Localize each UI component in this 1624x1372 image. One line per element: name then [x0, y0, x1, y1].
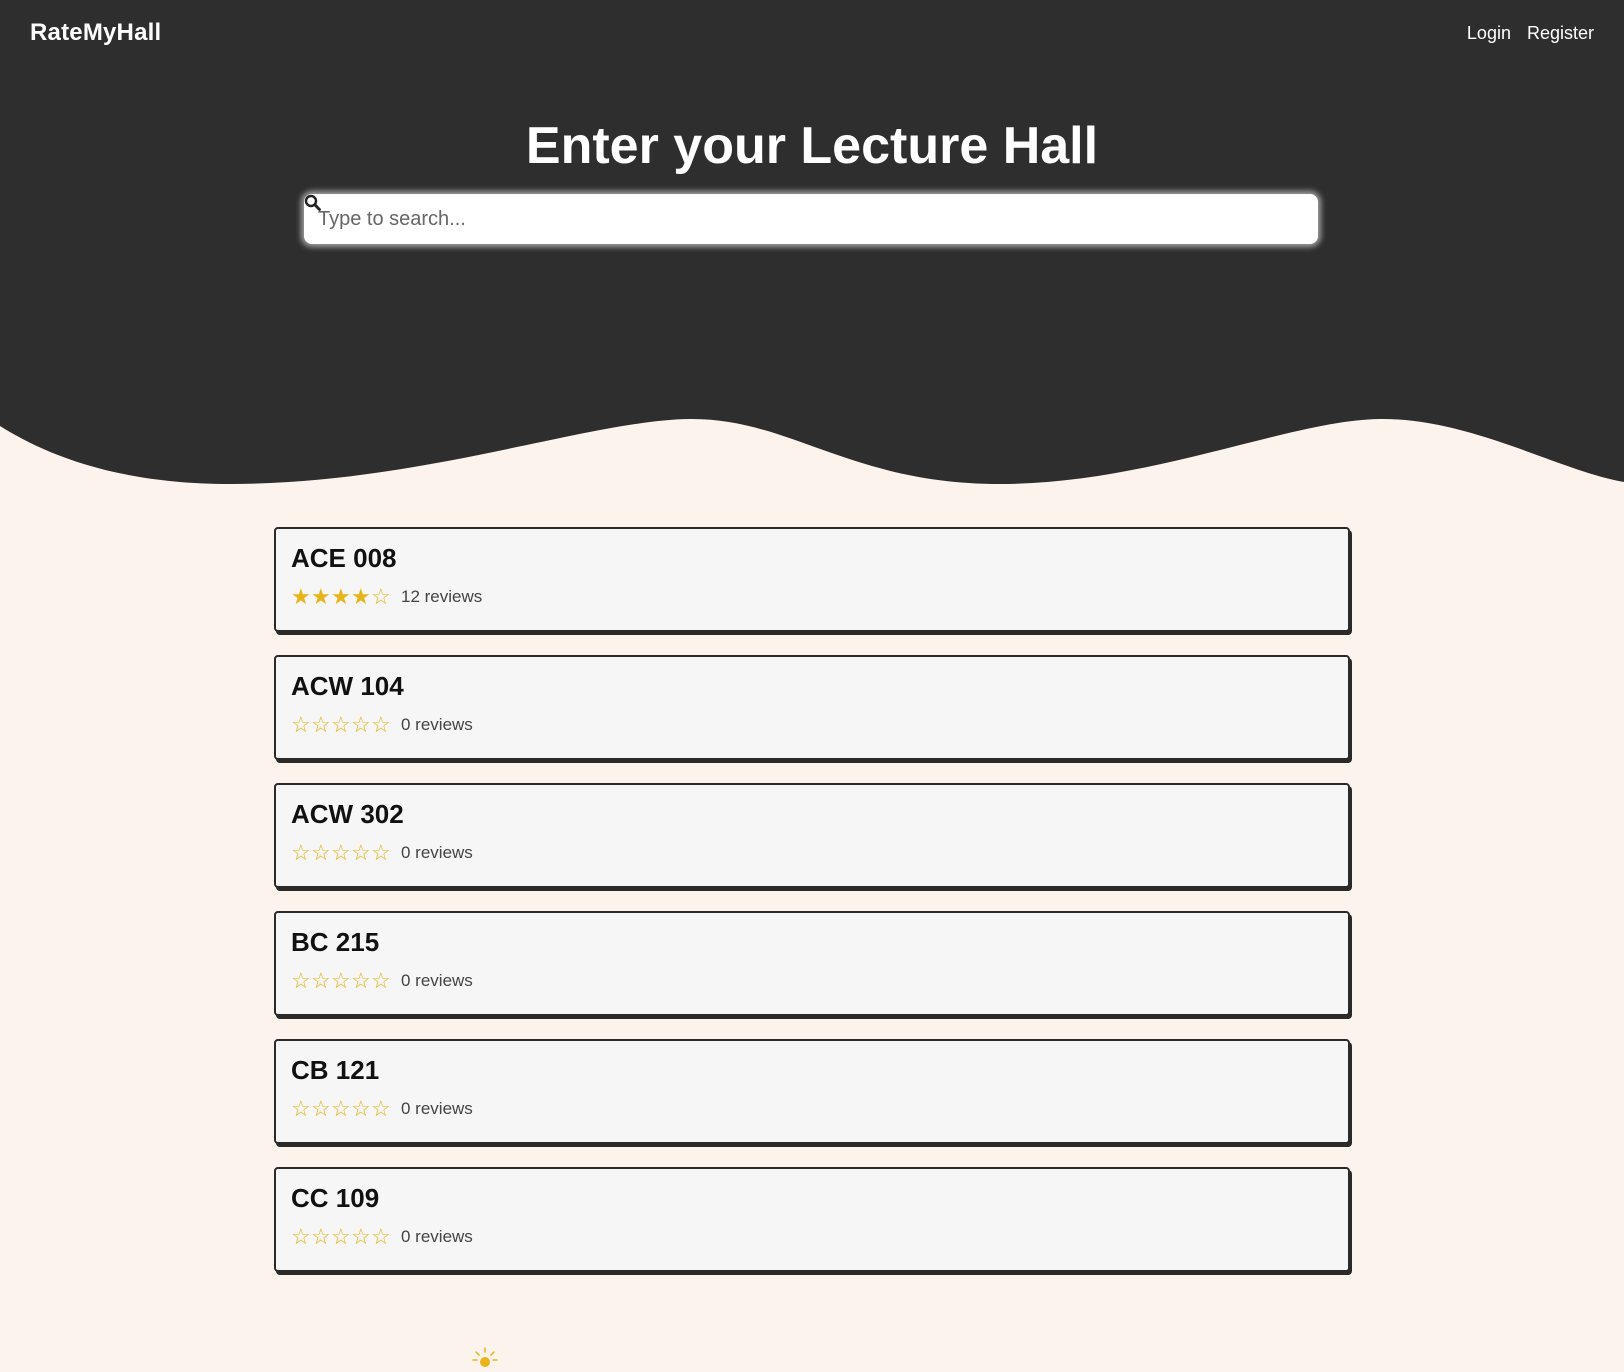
- star-empty-icon: ☆: [351, 968, 371, 993]
- star-rating: ☆ ☆ ☆ ☆ ☆: [291, 970, 391, 992]
- star-empty-icon: ☆: [331, 712, 351, 737]
- search-bar[interactable]: [304, 194, 1318, 244]
- star-rating: ☆ ☆ ☆ ☆ ☆: [291, 842, 391, 864]
- search-input[interactable]: [318, 207, 1304, 231]
- star-empty-icon: ☆: [311, 968, 331, 993]
- star-filled-icon: ★: [291, 584, 311, 609]
- star-empty-icon: ☆: [351, 1096, 371, 1121]
- star-empty-icon: ☆: [351, 1224, 371, 1249]
- star-empty-icon: ☆: [311, 1096, 331, 1121]
- navbar: RateMyHall Login Register: [0, 0, 1624, 66]
- star-empty-icon: ☆: [371, 968, 391, 993]
- register-link[interactable]: Register: [1527, 23, 1594, 44]
- hall-name: ACW 104: [291, 671, 404, 701]
- star-empty-icon: ☆: [311, 712, 331, 737]
- hall-card[interactable]: ACE 008 ★ ★ ★ ★ ☆ 12 reviews: [274, 527, 1350, 632]
- star-empty-icon: ☆: [331, 968, 351, 993]
- brand-logo[interactable]: RateMyHall: [30, 19, 161, 47]
- star-rating: ★ ★ ★ ★ ☆: [291, 586, 391, 608]
- review-count: 0 reviews: [401, 971, 473, 990]
- hero-section: Enter your Lecture Hall: [0, 66, 1624, 486]
- login-link[interactable]: Login: [1467, 23, 1511, 44]
- hall-card[interactable]: ACW 104 ☆ ☆ ☆ ☆ ☆ 0 reviews: [274, 655, 1350, 760]
- star-rating: ☆ ☆ ☆ ☆ ☆: [291, 1098, 391, 1120]
- nav-links: Login Register: [1467, 23, 1594, 44]
- rating-row: ☆ ☆ ☆ ☆ ☆ 0 reviews: [291, 970, 1348, 992]
- star-empty-icon: ☆: [311, 1224, 331, 1249]
- star-empty-icon: ☆: [331, 1096, 351, 1121]
- hall-name: CC 109: [291, 1183, 380, 1213]
- lightbulb-icon: [472, 1347, 498, 1367]
- review-count: 0 reviews: [401, 715, 473, 734]
- star-empty-icon: ☆: [331, 1224, 351, 1249]
- search-icon: [304, 194, 321, 211]
- rating-row: ☆ ☆ ☆ ☆ ☆ 0 reviews: [291, 714, 1348, 736]
- star-empty-icon: ☆: [291, 712, 311, 737]
- star-empty-icon: ☆: [371, 1096, 391, 1121]
- hall-name: CB 121: [291, 1055, 380, 1085]
- star-empty-icon: ☆: [371, 1224, 391, 1249]
- star-empty-icon: ☆: [291, 968, 311, 993]
- star-empty-icon: ☆: [351, 840, 371, 865]
- star-empty-icon: ☆: [291, 1224, 311, 1249]
- rating-row: ☆ ☆ ☆ ☆ ☆ 0 reviews: [291, 1098, 1348, 1120]
- star-filled-icon: ★: [351, 584, 371, 609]
- page-title: Enter your Lecture Hall: [525, 117, 1099, 175]
- star-filled-icon: ★: [311, 584, 331, 609]
- hall-card[interactable]: ACW 302 ☆ ☆ ☆ ☆ ☆ 0 reviews: [274, 783, 1350, 888]
- hall-name: ACE 008: [291, 543, 397, 573]
- star-rating: ☆ ☆ ☆ ☆ ☆: [291, 1226, 391, 1248]
- hall-name: BC 215: [291, 927, 380, 957]
- star-rating: ☆ ☆ ☆ ☆ ☆: [291, 714, 391, 736]
- hall-card[interactable]: CB 121 ☆ ☆ ☆ ☆ ☆ 0 reviews: [274, 1039, 1350, 1144]
- rating-row: ★ ★ ★ ★ ☆ 12 reviews: [291, 586, 1348, 608]
- star-empty-icon: ☆: [351, 712, 371, 737]
- hall-list: ACE 008 ★ ★ ★ ★ ☆ 12 reviews ACW 104 ☆ ☆ ☆ ☆ ☆ 0 revi…: [274, 527, 1350, 1295]
- star-empty-icon: ☆: [371, 712, 391, 737]
- star-empty-icon: ☆: [371, 840, 391, 865]
- hall-name: ACW 302: [291, 799, 404, 829]
- star-empty-icon: ☆: [371, 584, 391, 609]
- star-filled-icon: ★: [331, 584, 351, 609]
- star-empty-icon: ☆: [291, 1096, 311, 1121]
- review-count: 12 reviews: [401, 587, 483, 606]
- hall-card[interactable]: BC 215 ☆ ☆ ☆ ☆ ☆ 0 reviews: [274, 911, 1350, 1016]
- star-empty-icon: ☆: [311, 840, 331, 865]
- star-empty-icon: ☆: [291, 840, 311, 865]
- rating-row: ☆ ☆ ☆ ☆ ☆ 0 reviews: [291, 842, 1348, 864]
- review-count: 0 reviews: [401, 1227, 473, 1246]
- rating-row: ☆ ☆ ☆ ☆ ☆ 0 reviews: [291, 1226, 1348, 1248]
- hall-card[interactable]: CC 109 ☆ ☆ ☆ ☆ ☆ 0 reviews: [274, 1167, 1350, 1272]
- star-empty-icon: ☆: [331, 840, 351, 865]
- review-count: 0 reviews: [401, 1099, 473, 1118]
- review-count: 0 reviews: [401, 843, 473, 862]
